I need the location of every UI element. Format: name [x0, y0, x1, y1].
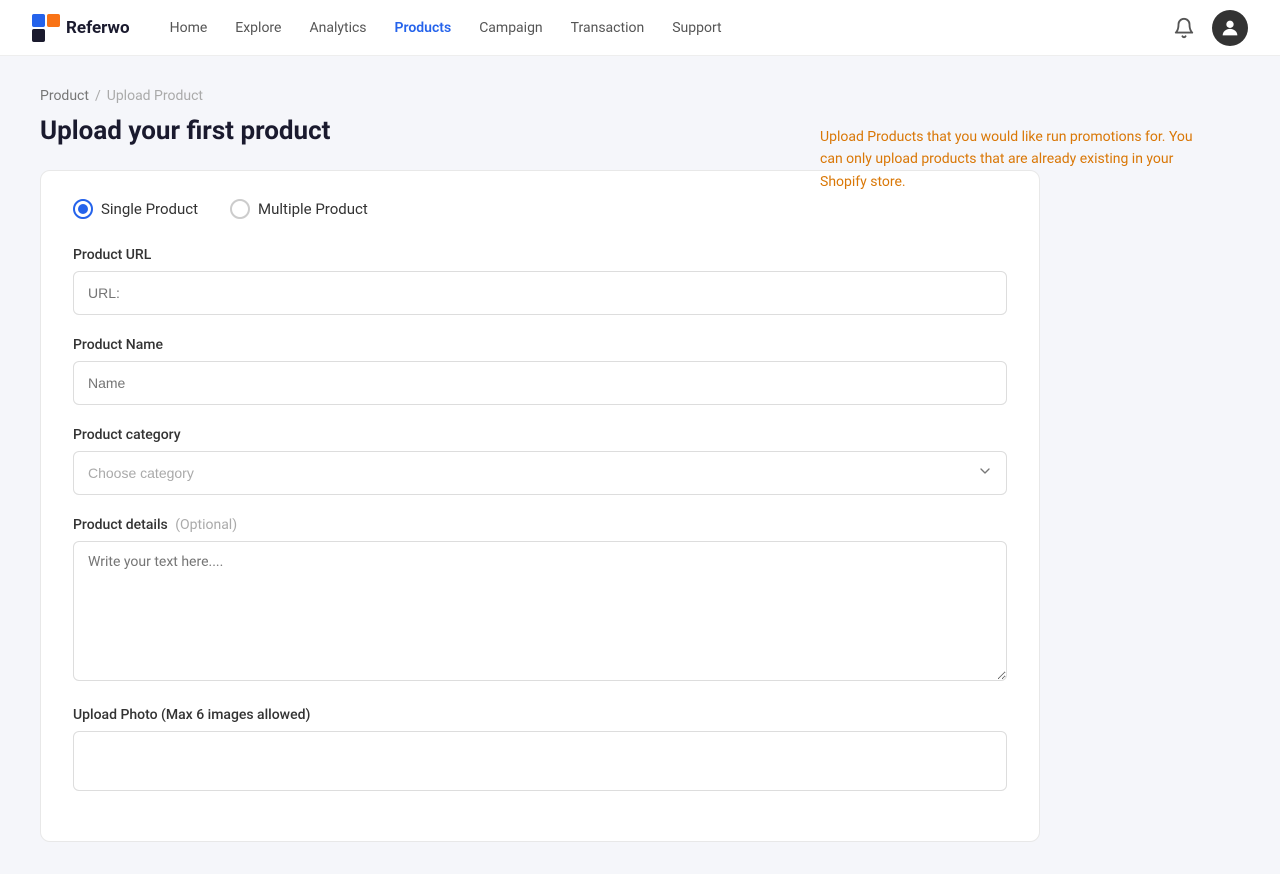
info-box: Upload Products that you would like run … [820, 126, 1200, 193]
product-category-group: Product category Choose category [73, 427, 1007, 495]
product-url-group: Product URL [73, 247, 1007, 315]
product-category-select[interactable]: Choose category [73, 451, 1007, 495]
product-details-textarea[interactable] [73, 541, 1007, 681]
product-url-input[interactable] [73, 271, 1007, 315]
notification-bell[interactable] [1172, 16, 1196, 40]
multiple-product-option[interactable]: Multiple Product [230, 199, 368, 219]
nav-home[interactable]: Home [170, 20, 208, 36]
navbar: Referwo Home Explore Analytics Products … [0, 0, 1280, 56]
nav-analytics[interactable]: Analytics [309, 20, 366, 36]
product-details-label: Product details (Optional) [73, 517, 1007, 533]
upload-photo-label: Upload Photo (Max 6 images allowed) [73, 707, 1007, 723]
nav-campaign[interactable]: Campaign [479, 20, 542, 36]
product-details-optional: (Optional) [175, 517, 237, 533]
nav-products[interactable]: Products [395, 20, 452, 36]
single-product-radio[interactable] [73, 199, 93, 219]
breadcrumb-parent[interactable]: Product [40, 88, 89, 104]
single-product-option[interactable]: Single Product [73, 199, 198, 219]
breadcrumb-current: Upload Product [107, 88, 203, 104]
product-url-label: Product URL [73, 247, 1007, 263]
breadcrumb: Product / Upload Product [40, 88, 1240, 104]
product-type-group: Single Product Multiple Product [73, 199, 1007, 219]
form-card: Single Product Multiple Product Product … [40, 170, 1040, 842]
upload-photo-box[interactable] [73, 731, 1007, 791]
nav-explore[interactable]: Explore [235, 20, 281, 36]
nav-links: Home Explore Analytics Products Campaign… [170, 20, 1172, 36]
multiple-product-label: Multiple Product [258, 200, 368, 218]
brand-name: Referwo [66, 18, 130, 38]
nav-right [1172, 10, 1248, 46]
product-details-group: Product details (Optional) [73, 517, 1007, 685]
nav-support[interactable]: Support [672, 20, 721, 36]
product-name-label: Product Name [73, 337, 1007, 353]
product-name-input[interactable] [73, 361, 1007, 405]
category-select-wrapper: Choose category [73, 451, 1007, 495]
brand-logo[interactable]: Referwo [32, 14, 130, 42]
single-product-label: Single Product [101, 200, 198, 218]
user-avatar[interactable] [1212, 10, 1248, 46]
nav-transaction[interactable]: Transaction [571, 20, 645, 36]
breadcrumb-separator: / [95, 88, 101, 104]
multiple-product-radio[interactable] [230, 199, 250, 219]
logo-icon [32, 14, 60, 42]
product-name-group: Product Name [73, 337, 1007, 405]
product-category-label: Product category [73, 427, 1007, 443]
